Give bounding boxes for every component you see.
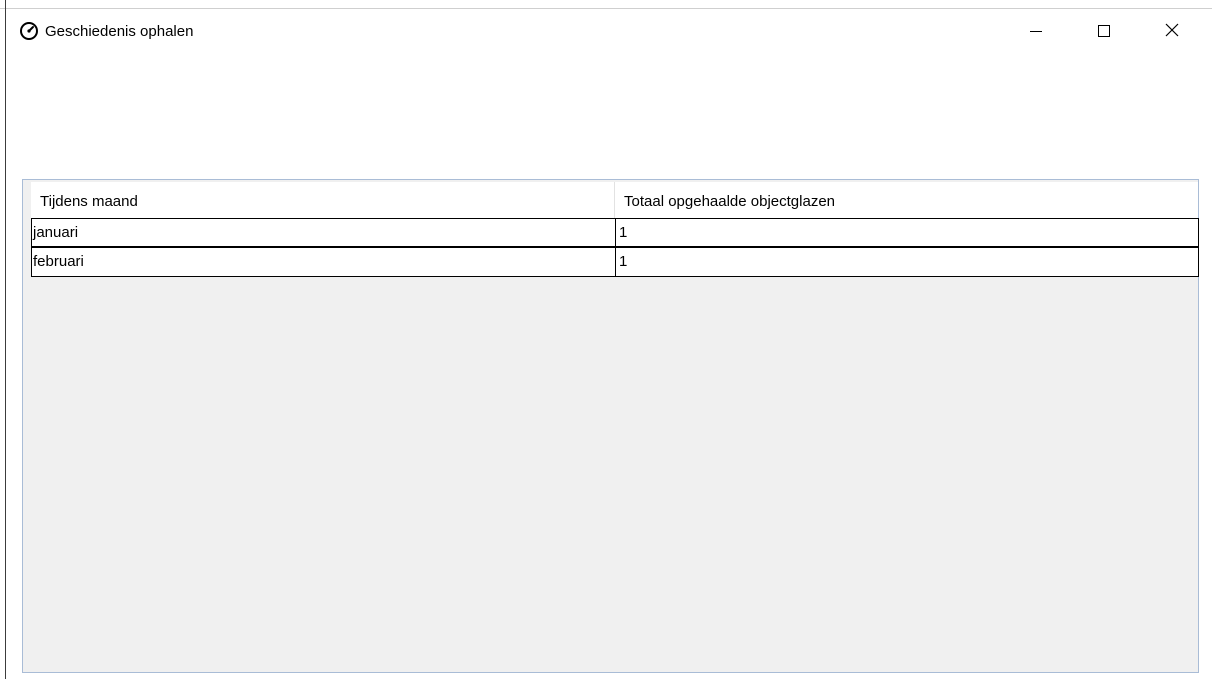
cell-month[interactable]: februari <box>32 248 615 276</box>
maximize-button[interactable] <box>1081 9 1127 55</box>
cell-month[interactable]: januari <box>32 219 615 246</box>
minimize-button[interactable] <box>1013 9 1059 55</box>
window-left-border <box>5 0 6 679</box>
app-window: Geschiedenis ophalen Tijdens maand Totaa… <box>0 0 1212 679</box>
close-button[interactable] <box>1149 9 1195 55</box>
close-icon <box>1165 23 1179 41</box>
cell-total[interactable]: 1 <box>615 219 1198 246</box>
grid-header-row: Tijdens maand Totaal opgehaalde objectgl… <box>31 182 1198 219</box>
history-data-grid[interactable]: Tijdens maand Totaal opgehaalde objectgl… <box>22 179 1199 673</box>
table-row[interactable]: januari 1 <box>31 218 1199 247</box>
window-title: Geschiedenis ophalen <box>45 23 194 40</box>
title-bar[interactable]: Geschiedenis ophalen <box>6 9 1212 55</box>
maximize-icon <box>1098 24 1110 41</box>
column-header-month[interactable]: Tijdens maand <box>31 182 614 218</box>
cell-total[interactable]: 1 <box>615 248 1198 276</box>
minimize-icon <box>1030 24 1042 41</box>
column-header-total[interactable]: Totaal opgehaalde objectglazen <box>614 182 1198 218</box>
table-row[interactable]: februari 1 <box>31 247 1199 277</box>
gauge-icon <box>19 21 39 41</box>
